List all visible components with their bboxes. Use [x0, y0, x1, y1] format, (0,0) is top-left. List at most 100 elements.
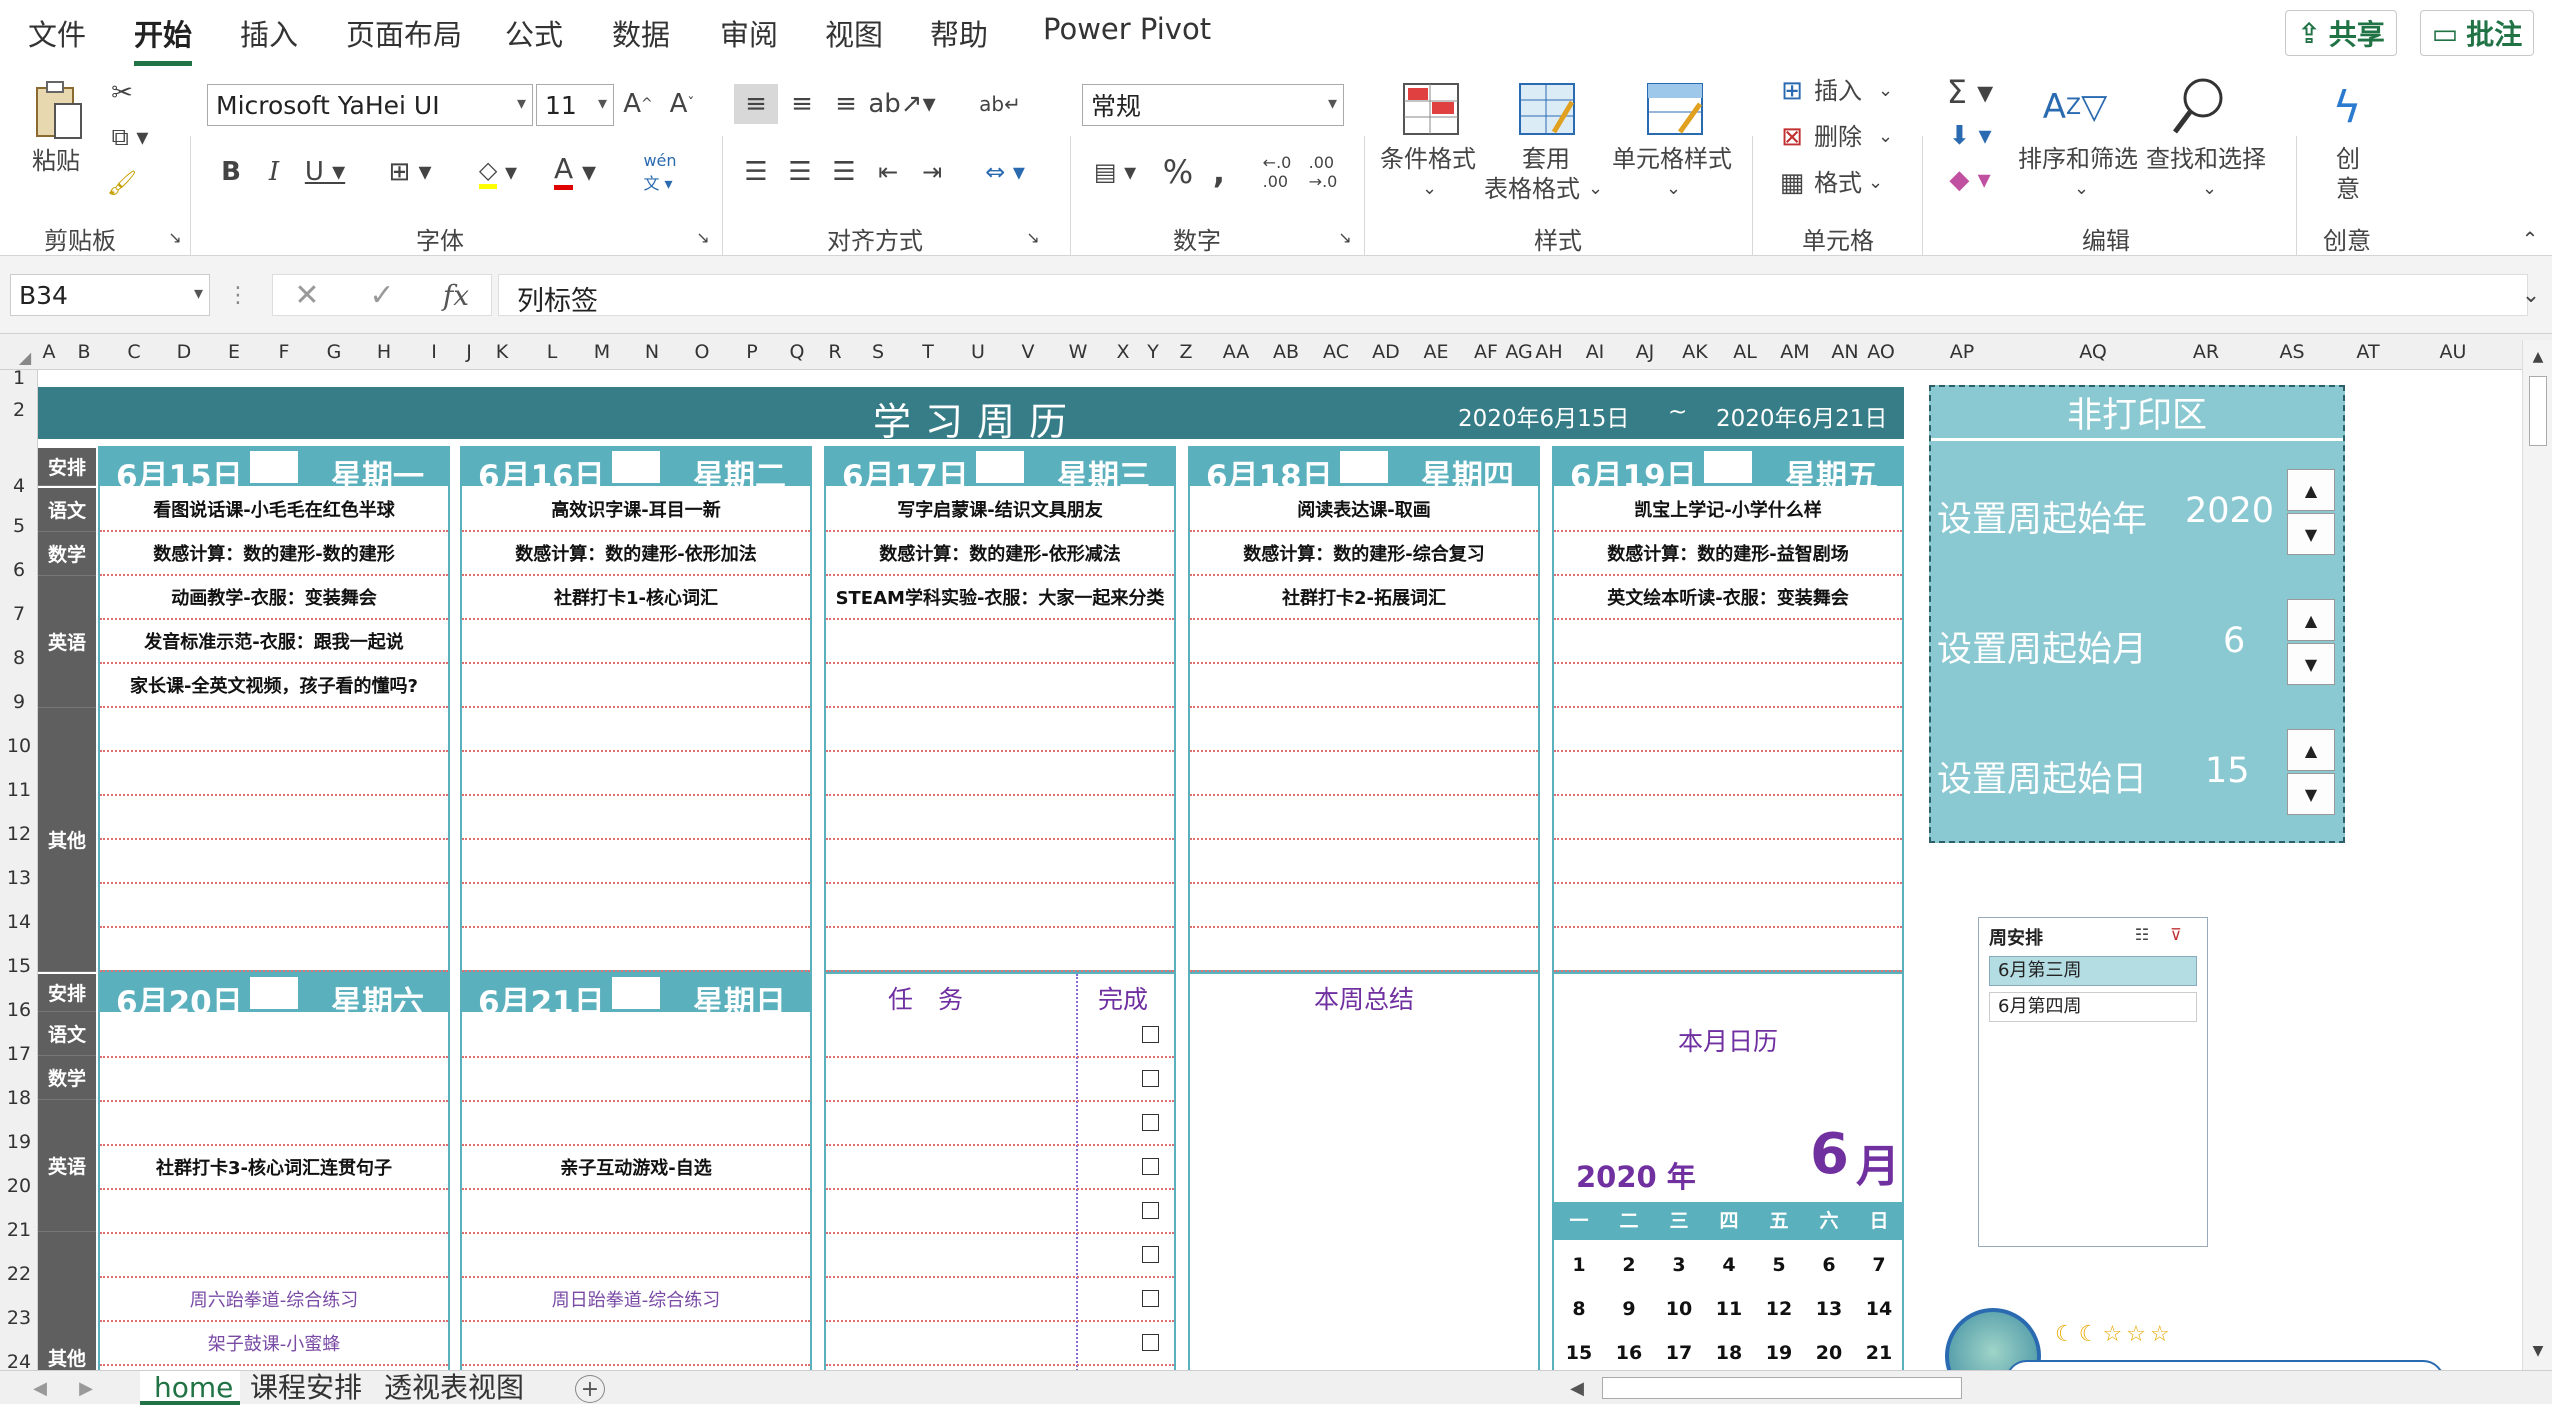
- comment-button[interactable]: ▭ 批注: [2420, 10, 2534, 56]
- insert-function-icon[interactable]: fx: [436, 278, 476, 312]
- calendar-day[interactable]: 9: [1604, 1298, 1654, 1320]
- delete-cells-label[interactable]: 删除: [1814, 122, 1862, 152]
- calendar-day[interactable]: 16: [1604, 1342, 1654, 1364]
- cancel-entry-icon[interactable]: ✕: [290, 278, 324, 313]
- confirm-entry-icon[interactable]: ✓: [365, 278, 399, 313]
- font-size-select[interactable]: 11 ▾: [536, 84, 614, 126]
- calendar-day[interactable]: 14: [1854, 1298, 1904, 1320]
- task-checkbox[interactable]: [1142, 1290, 1159, 1307]
- start-year-spinner[interactable]: ▲ ▼: [2287, 469, 2335, 557]
- row-header-18[interactable]: 18: [0, 1076, 38, 1120]
- column-header-ac[interactable]: AC: [1310, 334, 1362, 370]
- scroll-thumb[interactable]: [2529, 376, 2547, 446]
- column-header-o[interactable]: O: [678, 334, 726, 370]
- year-up-icon[interactable]: ▲: [2287, 469, 2335, 511]
- clear-filter-icon[interactable]: ⊽: [2163, 922, 2189, 946]
- horizontal-scroll-thumb[interactable]: [1602, 1377, 1962, 1399]
- align-top-icon[interactable]: ≡: [734, 84, 778, 124]
- column-header-i[interactable]: I: [408, 334, 460, 370]
- name-box[interactable]: B34 ▾: [10, 274, 210, 316]
- column-header-ai[interactable]: AI: [1570, 334, 1620, 370]
- formula-input[interactable]: 列标签: [498, 274, 2528, 317]
- task-checkbox[interactable]: [1142, 1114, 1159, 1131]
- row-header-22[interactable]: 22: [0, 1252, 38, 1296]
- column-header-al[interactable]: AL: [1720, 334, 1770, 370]
- delete-cells-icon[interactable]: ⊠: [1775, 120, 1809, 154]
- ideas-lightning-icon[interactable]: ϟ: [2322, 76, 2372, 138]
- slicer-item-week3[interactable]: 6月第三周: [1989, 956, 2197, 986]
- column-header-as[interactable]: AS: [2258, 334, 2326, 370]
- start-month-spinner[interactable]: ▲ ▼: [2287, 599, 2335, 687]
- task-checkbox[interactable]: [1142, 1202, 1159, 1219]
- column-header-x[interactable]: X: [1102, 334, 1144, 370]
- paste-icon[interactable]: [28, 76, 88, 146]
- number-dialog-icon[interactable]: ↘: [1334, 226, 1356, 248]
- calendar-day[interactable]: 5: [1754, 1254, 1804, 1276]
- column-header-d[interactable]: D: [160, 334, 208, 370]
- column-header-ar[interactable]: AR: [2154, 334, 2258, 370]
- row-header-21[interactable]: 21: [0, 1208, 38, 1252]
- italic-icon[interactable]: I: [258, 154, 290, 190]
- phonetic-icon[interactable]: wén 文 ▾: [630, 151, 690, 193]
- shrink-font-icon[interactable]: Aˇ: [664, 86, 700, 122]
- year-down-icon[interactable]: ▼: [2287, 513, 2335, 555]
- merge-center-icon[interactable]: ⇔ ▾: [975, 152, 1035, 192]
- format-as-table-label-2[interactable]: 表格格式: [1484, 174, 1580, 204]
- column-header-aa[interactable]: AA: [1210, 334, 1262, 370]
- sort-filter-icon[interactable]: A Z ▽: [2040, 76, 2110, 138]
- format-painter-icon[interactable]: 🖌: [105, 166, 139, 200]
- cut-icon[interactable]: ✂: [105, 76, 139, 110]
- ideas-label-2[interactable]: 意: [2336, 174, 2360, 204]
- format-cells-label[interactable]: 格式: [1814, 168, 1862, 198]
- tab-home[interactable]: 开始: [134, 12, 193, 66]
- decrease-indent-icon[interactable]: ⇤: [868, 152, 908, 192]
- format-cells-icon[interactable]: ▦: [1775, 166, 1809, 200]
- calendar-day[interactable]: 18: [1704, 1342, 1754, 1364]
- align-left-icon[interactable]: ☰: [736, 152, 776, 192]
- column-header-ao[interactable]: AO: [1867, 334, 1895, 370]
- calendar-day[interactable]: 19: [1754, 1342, 1804, 1364]
- column-header-au[interactable]: AU: [2410, 334, 2496, 370]
- calendar-day[interactable]: 20: [1804, 1342, 1854, 1364]
- column-header-aj[interactable]: AJ: [1620, 334, 1670, 370]
- find-select-label[interactable]: 查找和选择: [2146, 144, 2266, 174]
- clipboard-dialog-icon[interactable]: ↘: [164, 226, 186, 248]
- calendar-day[interactable]: 6: [1804, 1254, 1854, 1276]
- column-header-ap[interactable]: AP: [1892, 334, 2032, 370]
- tab-insert[interactable]: 插入: [240, 12, 298, 54]
- column-header-f[interactable]: F: [260, 334, 308, 370]
- row-header-11[interactable]: 11: [0, 768, 38, 812]
- row-header-17[interactable]: 17: [0, 1032, 38, 1076]
- autosum-icon[interactable]: Σ ▾: [1940, 73, 2000, 111]
- column-header-l[interactable]: L: [526, 334, 578, 370]
- column-header-z[interactable]: Z: [1162, 334, 1210, 370]
- font-name-select[interactable]: Microsoft YaHei UI ▾: [207, 84, 533, 126]
- find-select-icon[interactable]: [2168, 74, 2230, 138]
- align-middle-icon[interactable]: ≡: [782, 84, 822, 124]
- calendar-day[interactable]: 21: [1854, 1342, 1904, 1364]
- tab-page-layout[interactable]: 页面布局: [346, 12, 462, 54]
- row-header-12[interactable]: 12: [0, 812, 38, 856]
- task-checkbox[interactable]: [1142, 1026, 1159, 1043]
- decrease-decimal-icon[interactable]: .00 →.0: [1302, 152, 1344, 192]
- column-header-v[interactable]: V: [1002, 334, 1054, 370]
- column-header-k[interactable]: K: [478, 334, 526, 370]
- fill-color-icon[interactable]: ◇ ▾: [468, 154, 528, 190]
- calendar-day[interactable]: 17: [1654, 1342, 1704, 1364]
- row-header-10[interactable]: 10: [0, 724, 38, 768]
- column-header-j[interactable]: J: [460, 334, 478, 370]
- day-up-icon[interactable]: ▲: [2287, 729, 2335, 771]
- row-header-2[interactable]: 2: [0, 388, 38, 432]
- column-header-p[interactable]: P: [726, 334, 778, 370]
- column-header-m[interactable]: M: [578, 334, 626, 370]
- task-checkbox[interactable]: [1142, 1158, 1159, 1175]
- column-header-ad[interactable]: AD: [1362, 334, 1410, 370]
- tab-review[interactable]: 审阅: [720, 12, 778, 54]
- row-header-16[interactable]: 16: [0, 988, 38, 1032]
- column-header-a[interactable]: A: [38, 334, 60, 370]
- row-header-1[interactable]: 1: [0, 368, 38, 388]
- row-header-5[interactable]: 5: [0, 504, 38, 548]
- collapse-ribbon-icon[interactable]: ⌃: [2518, 227, 2542, 251]
- format-as-table-icon[interactable]: [1516, 80, 1578, 138]
- increase-indent-icon[interactable]: ⇥: [912, 152, 952, 192]
